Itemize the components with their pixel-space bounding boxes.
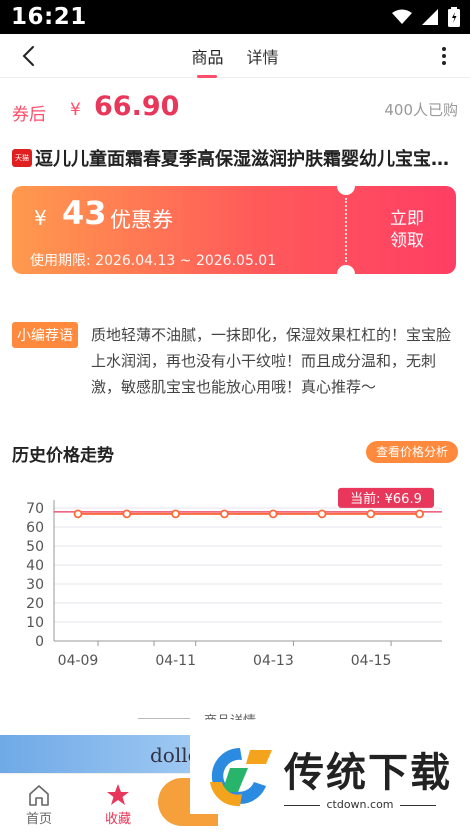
detail-section-heading: 商品详情 [204, 710, 256, 720]
coupon-card[interactable]: ¥ 43 优惠券 使用期限: 2026.04.13 ~ 2026.05.01 立… [12, 186, 456, 274]
claim-line-2: 领取 [390, 231, 424, 251]
chart-y-tick-label: 70 [26, 501, 44, 517]
home-button[interactable]: 首页 [14, 782, 64, 827]
watermark-logo-icon [210, 747, 272, 807]
chart-data-point [415, 509, 425, 519]
chart-x-tick-label: 04-15 [351, 653, 392, 669]
watermark-domain: ctdown.com [284, 798, 436, 811]
chart-y-tick-label: 20 [26, 596, 44, 612]
tab-detail[interactable]: 详情 [247, 44, 279, 74]
status-time: 16:21 [11, 4, 87, 30]
status-icons [392, 7, 460, 27]
chart-data-point [366, 509, 376, 519]
chart-data-point [317, 509, 327, 519]
price-label: 券后 [12, 105, 46, 125]
nav-bar: 商品 详情 [0, 34, 470, 78]
price-row: 券后 ¥ 66.90 400人已购 [12, 90, 460, 126]
editor-pick-badge: 小编荐语 [12, 322, 78, 348]
chart-y-tick-label: 40 [26, 558, 44, 574]
chart-data-point [268, 509, 278, 519]
chart-current-price-label: 当前: ¥66.9 [350, 491, 422, 507]
home-icon [29, 785, 49, 806]
view-price-analysis-button[interactable]: 查看价格分析 [365, 441, 458, 463]
status-bar: 16:21 [0, 0, 470, 34]
wifi-icon [392, 9, 412, 24]
product-image-text: dollo [150, 743, 190, 767]
coupon-amount: 43 [62, 194, 107, 232]
editor-pick-text: 质地轻薄不油腻，一抹即化，保湿效果杠杠的！宝宝脸上水润润，再也没有小干纹啦！而且… [91, 326, 452, 396]
tmall-badge: 天猫 [12, 149, 32, 167]
coupon-notch [337, 265, 355, 274]
chart-y-tick-label: 30 [26, 577, 44, 593]
home-label: 首页 [25, 812, 52, 827]
chart-data-point [171, 509, 181, 519]
star-icon [107, 784, 129, 805]
price-history-title: 历史价格走势 [12, 446, 114, 466]
chart-y-tick-label: 50 [26, 539, 44, 555]
watermark-text: 传统下载 [284, 750, 452, 796]
nav-tabs: 商品 详情 [0, 44, 470, 78]
product-detail-image: dollo [0, 735, 190, 773]
price-history-chart: 0 10 20 30 40 50 60 70 04-09 04-11 04-13 04-15 当前:… [26, 487, 442, 669]
chart-x-tick-label: 04-09 [58, 653, 99, 669]
claim-coupon-button[interactable]: 立即 领取 [372, 208, 442, 252]
chart-data-point [219, 509, 229, 519]
claim-line-1: 立即 [390, 209, 424, 229]
coupon-name: 优惠券 [110, 208, 173, 232]
favorite-button[interactable]: 收藏 [93, 782, 143, 827]
tab-product[interactable]: 商品 [191, 44, 223, 78]
chart-data-point [122, 509, 132, 519]
detail-divider [138, 718, 190, 719]
sold-count: 400人已购 [384, 101, 458, 119]
price-value: 66.90 [94, 91, 180, 122]
battery-icon [448, 7, 460, 27]
favorite-label: 收藏 [104, 812, 131, 827]
price-currency: ¥ [70, 100, 81, 120]
chart-y-tick-label: 60 [26, 520, 44, 536]
chart-data-point [73, 509, 83, 519]
coupon-currency: ¥ [34, 206, 47, 230]
chart-y-tick-label: 0 [35, 634, 44, 650]
chart-x-tick-label: 04-11 [155, 653, 196, 669]
more-options-icon[interactable] [432, 44, 456, 68]
chart-x-tick-label: 04-13 [253, 653, 294, 669]
coupon-notch [337, 186, 355, 195]
product-title: 逗儿儿童面霜春夏季高保湿滋润护肤霜婴幼儿宝宝面霜 [35, 149, 458, 170]
chart-y-tick-label: 10 [26, 615, 44, 631]
coupon-validity: 使用期限: 2026.04.13 ~ 2026.05.01 [30, 253, 277, 269]
watermark: 传统下载 ctdown.com [190, 738, 470, 814]
product-title-row: 天猫 逗儿儿童面霜春夏季高保湿滋润护肤霜婴幼儿宝宝面霜 [12, 146, 458, 170]
signal-icon [422, 9, 438, 25]
coupon-divider [345, 198, 347, 262]
